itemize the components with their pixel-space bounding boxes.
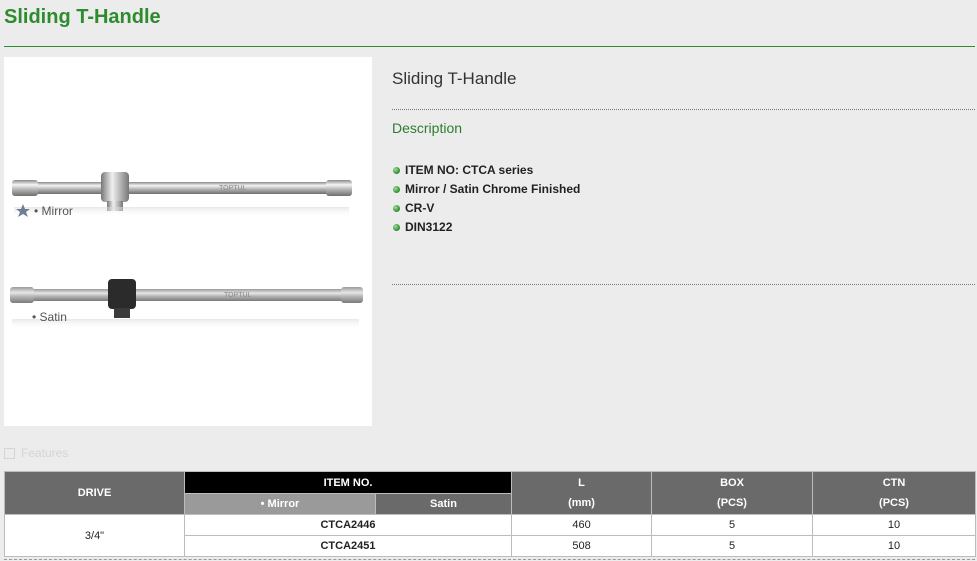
- description-heading: Description: [392, 120, 463, 136]
- drive-cell: 3/4": [4, 514, 185, 557]
- ctn-cell: 10: [812, 535, 977, 557]
- box-cell: 5: [651, 535, 814, 557]
- feature-item: CR-V: [393, 199, 580, 218]
- header-satin: Satin: [374, 493, 513, 515]
- product-image: TOPTUL TOPTUL • Mirror • Satin: [4, 57, 372, 426]
- header-ctn: CTN (PCS): [812, 471, 977, 515]
- title-divider: [4, 46, 975, 47]
- feature-item: ITEM NO: CTCA series: [393, 161, 580, 180]
- ctn-cell: 10: [812, 514, 977, 536]
- spec-table: DRIVE ITEM NO. L (mm) BOX (PCS) CTN (PCS) •…: [4, 471, 977, 557]
- header-length: L (mm): [511, 471, 653, 515]
- length-cell: 460: [511, 514, 653, 536]
- satin-label: • Satin: [32, 310, 67, 324]
- bullet-icon: [393, 205, 400, 212]
- bullet-icon: [393, 167, 400, 174]
- header-box: BOX (PCS): [651, 471, 814, 515]
- bullet-icon: [393, 224, 400, 231]
- bullet-icon: [393, 186, 400, 193]
- divider: [392, 284, 975, 285]
- header-mirror: • Mirror: [184, 493, 376, 515]
- header-item-no: ITEM NO.: [183, 471, 513, 494]
- item-cell: CTCA2446: [183, 514, 513, 536]
- header-drive: DRIVE: [4, 471, 185, 515]
- svg-text:TOPTUL: TOPTUL: [219, 185, 247, 192]
- feature-list: ITEM NO: CTCA series Mirror / Satin Chro…: [393, 161, 580, 237]
- t-handle-illustration: TOPTUL TOPTUL: [10, 172, 363, 329]
- divider: [4, 559, 975, 560]
- box-cell: 5: [651, 514, 814, 536]
- checkbox-icon: [4, 447, 15, 459]
- page-title: Sliding T-Handle: [4, 6, 161, 28]
- feature-item: Mirror / Satin Chrome Finished: [393, 180, 580, 199]
- product-name: Sliding T-Handle: [392, 69, 517, 88]
- feature-item: DIN3122: [393, 218, 580, 237]
- length-cell: 508: [511, 535, 653, 557]
- features-tab[interactable]: Features: [4, 446, 68, 460]
- item-cell: CTCA2451: [183, 535, 513, 557]
- mirror-label: • Mirror: [34, 204, 73, 218]
- table-row: 3/4" CTCA2446 460 5 10: [4, 514, 977, 557]
- divider: [392, 109, 975, 110]
- svg-text:TOPTUL: TOPTUL: [224, 292, 252, 299]
